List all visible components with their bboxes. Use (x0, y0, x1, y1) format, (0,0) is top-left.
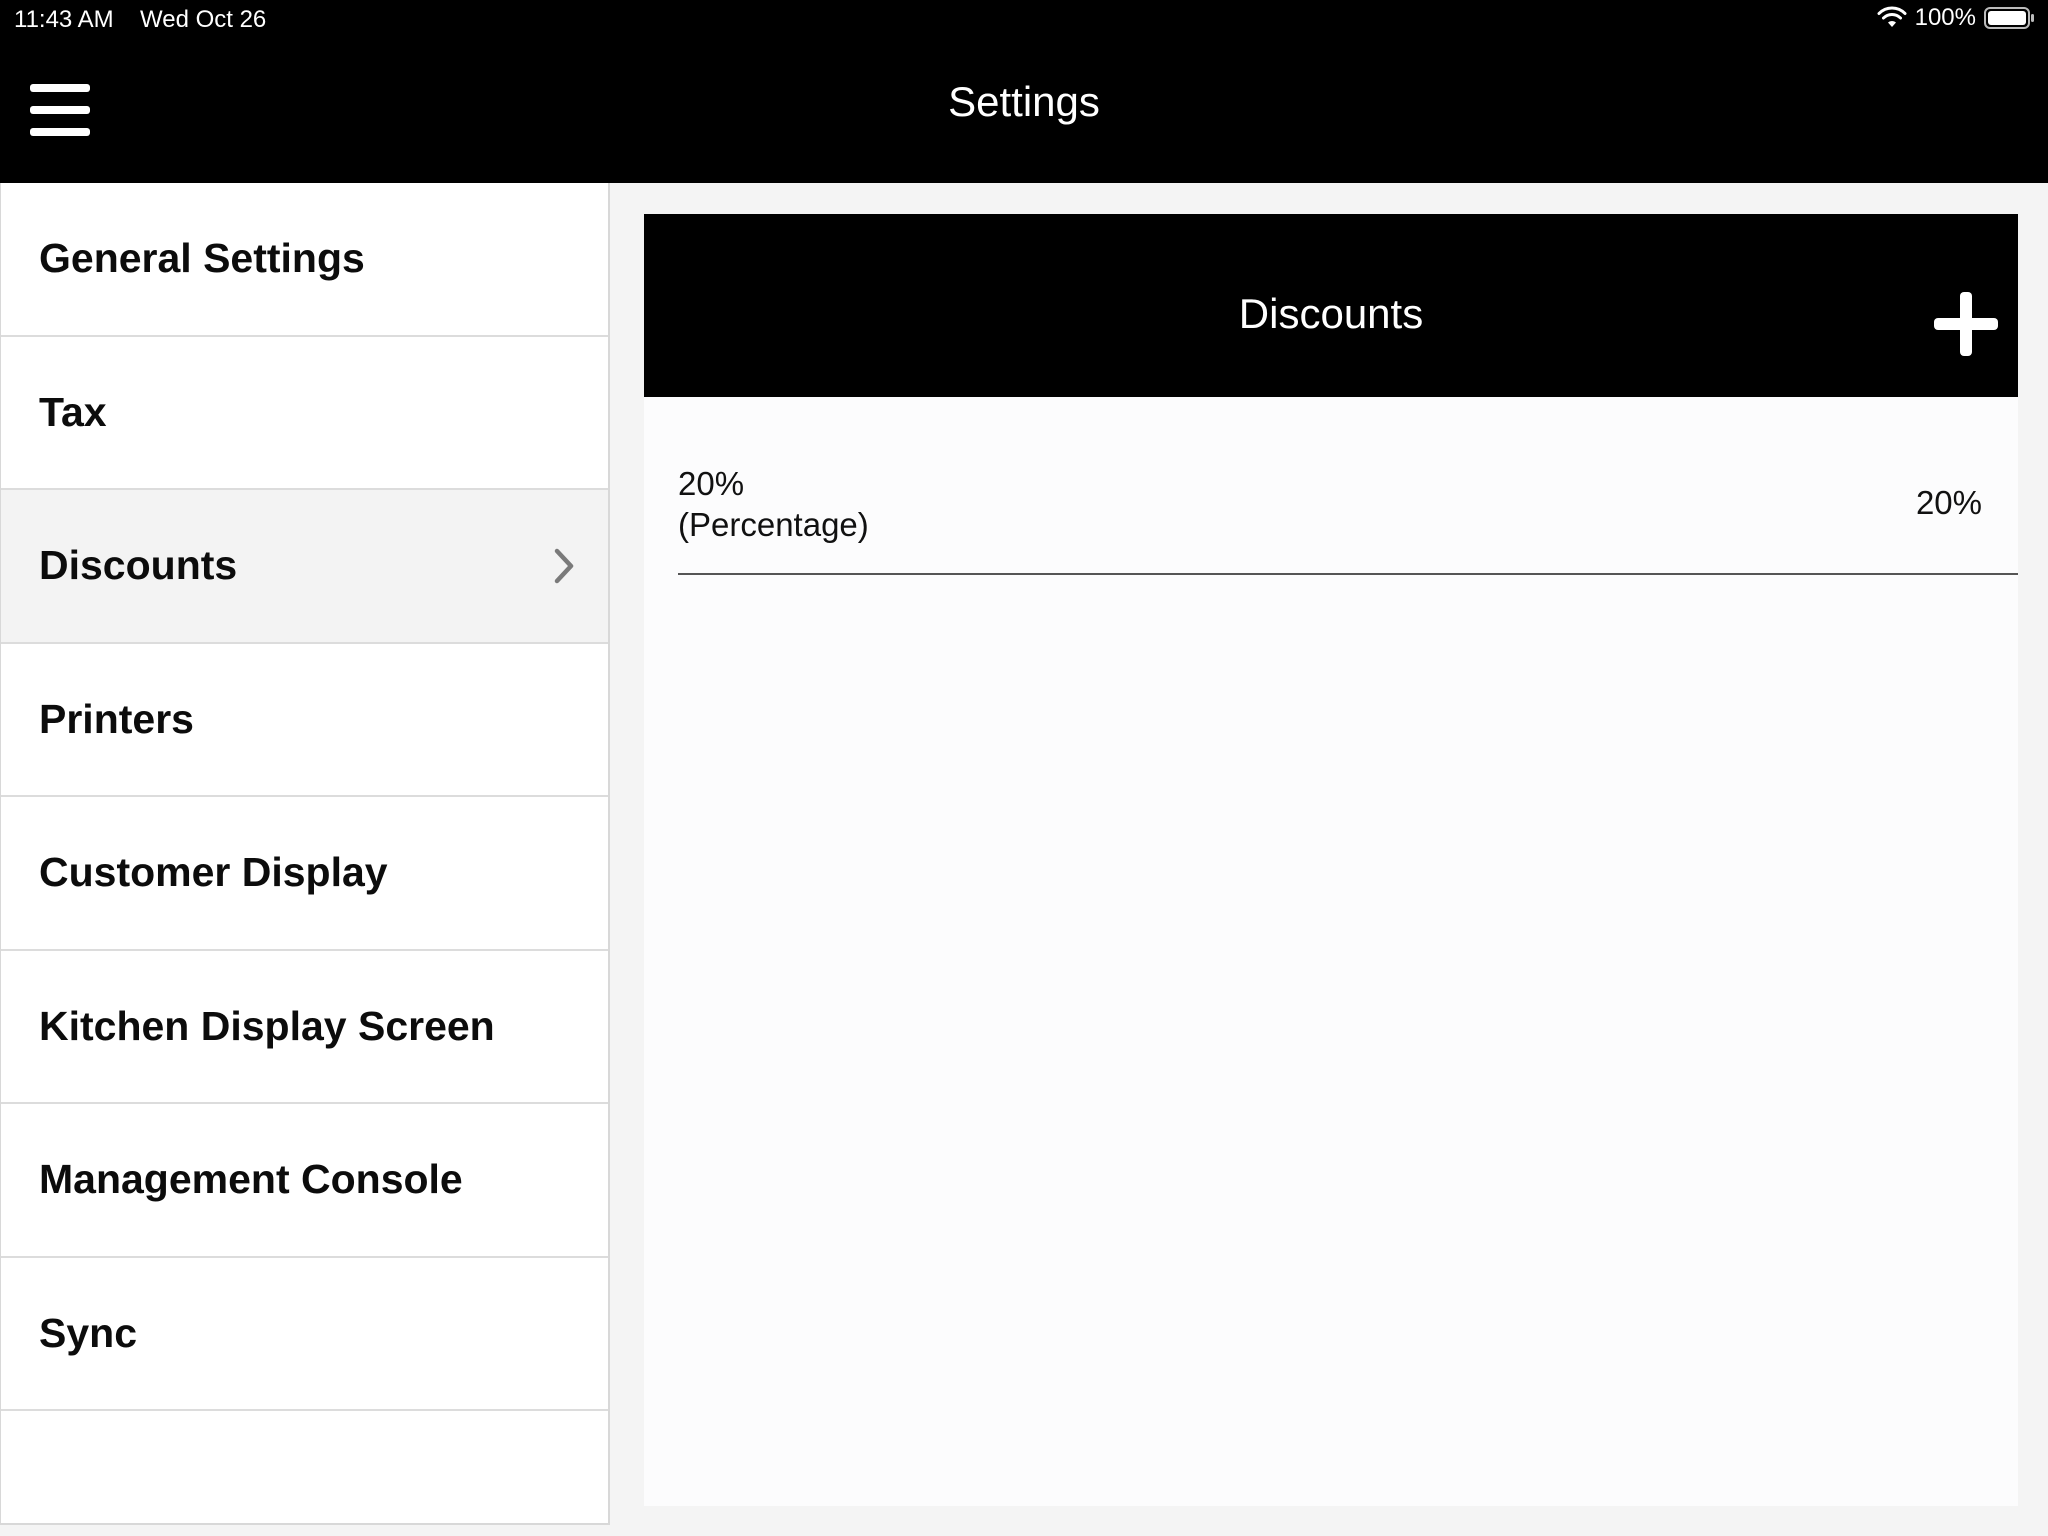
sidebar-item-label: Management Console (39, 1156, 463, 1203)
discount-list-item[interactable]: 20% (Percentage) 20% (678, 419, 2018, 575)
panel-header: Discounts (644, 214, 2018, 397)
sidebar-item-tax[interactable]: Tax (1, 336, 608, 490)
add-discount-button[interactable] (1934, 292, 1998, 356)
sidebar-item-label: Tax (39, 388, 107, 435)
page-title: Settings (948, 78, 1100, 125)
discount-name: 20% (Percentage) (678, 463, 869, 545)
sidebar-item-printers[interactable]: Printers (1, 643, 608, 797)
sidebar-item-kitchen-display-screen[interactable]: Kitchen Display Screen (1, 950, 608, 1104)
settings-sidebar: General Settings Tax Discounts Printers … (0, 183, 610, 1525)
status-date: Wed Oct 26 (140, 6, 267, 33)
sidebar-item-general-settings[interactable]: General Settings (1, 183, 608, 337)
status-indicators: 100% (1877, 4, 2036, 32)
sidebar-item-management-console[interactable]: Management Console (1, 1104, 608, 1258)
sidebar-item-sync[interactable]: Sync (1, 1257, 608, 1411)
discount-value: 20% (1915, 484, 1982, 521)
status-bar: 11:43 AM Wed Oct 26 100% (0, 0, 2048, 40)
battery-percentage: 100% (1914, 4, 1976, 31)
discounts-panel: Discounts 20% (Percentage) 20% (644, 214, 2018, 1506)
nav-bar: Settings (0, 40, 2048, 183)
status-time: 11:43 AM (14, 6, 114, 33)
sidebar-item-customer-display[interactable]: Customer Display (1, 797, 608, 951)
sidebar-item-discounts[interactable]: Discounts (1, 490, 608, 644)
sidebar-item-label: General Settings (39, 235, 365, 282)
chevron-right-icon (554, 548, 574, 583)
sidebar-item-label: Discounts (39, 542, 238, 589)
sidebar-item-label: Sync (39, 1309, 137, 1356)
sidebar-item-label: Customer Display (39, 849, 388, 896)
discount-name-line1: 20% (678, 465, 745, 502)
wifi-icon (1877, 6, 1907, 27)
battery-icon (1984, 7, 2034, 29)
sidebar-item-label: Printers (39, 695, 194, 742)
panel-title: Discounts (1238, 290, 1424, 337)
sidebar-item-label: Kitchen Display Screen (39, 1002, 495, 1049)
discount-type: (Percentage) (678, 506, 869, 543)
